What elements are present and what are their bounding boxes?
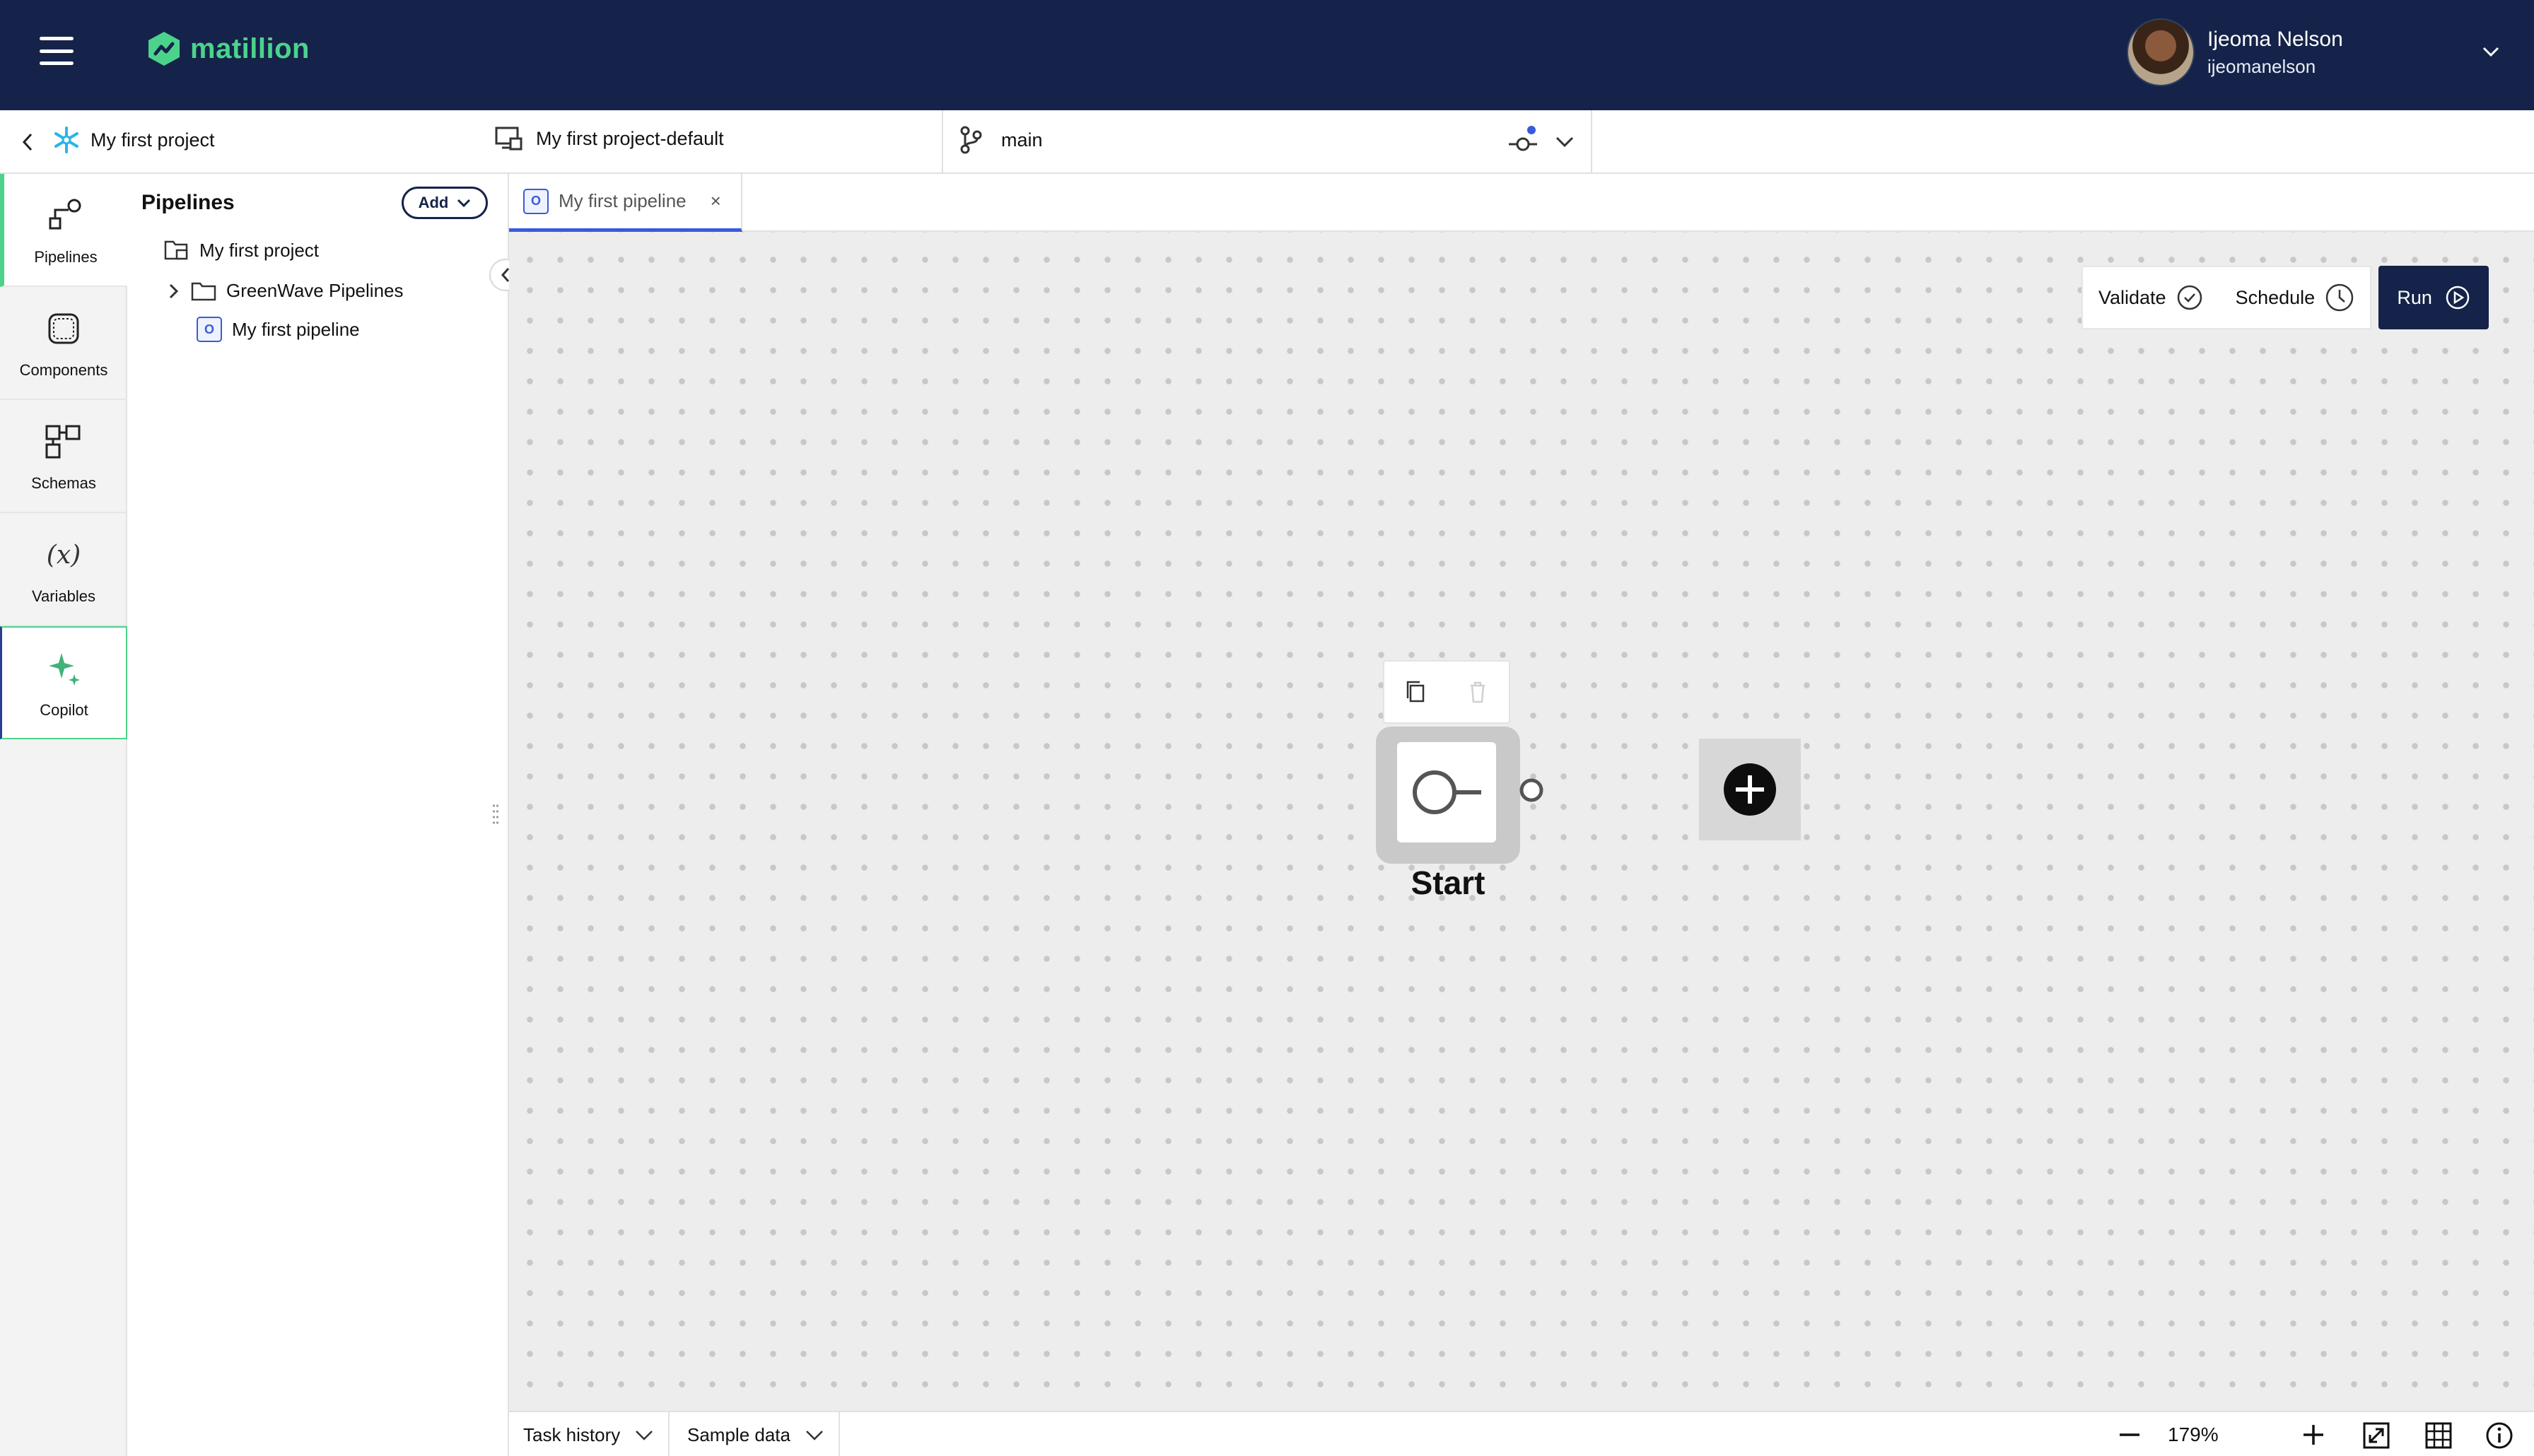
git-commit-icon[interactable] <box>1506 123 1541 158</box>
matillion-logo-icon <box>148 32 180 66</box>
add-component-button[interactable] <box>1699 739 1801 840</box>
avatar <box>2127 18 2195 86</box>
validate-button[interactable]: Validate <box>2098 284 2203 311</box>
top-header: matillion Ijeoma Nelson ijeomanelson <box>0 0 2534 110</box>
tree-item-label: GreenWave Pipelines <box>226 280 404 301</box>
run-button[interactable]: Run <box>2378 266 2489 329</box>
canvas-actions: Validate Schedule Run <box>2082 266 2489 329</box>
matillion-logo[interactable]: matillion <box>145 30 310 68</box>
tree-item-pipeline[interactable]: O My first pipeline <box>197 317 360 342</box>
project-selector[interactable]: My first project <box>52 126 215 154</box>
project-name: My first project <box>90 129 215 151</box>
rail-item-copilot[interactable]: Copilot <box>0 626 127 739</box>
sample-data-label: Sample data <box>687 1423 790 1445</box>
add-button[interactable]: Add <box>402 187 488 219</box>
chevron-down-icon <box>636 1431 653 1440</box>
panel-title: Pipelines <box>141 191 235 214</box>
check-circle-icon <box>2177 285 2202 310</box>
user-handle: ijeomanelson <box>2207 55 2316 77</box>
chevron-down-icon <box>457 199 471 208</box>
divider <box>942 110 943 174</box>
tree-item-label: My first pipeline <box>232 318 360 340</box>
user-name: Ijeoma Nelson <box>2207 27 2343 51</box>
left-nav-rail: Pipelines Components Schemas (x) Variabl… <box>0 174 127 1456</box>
rail-item-components[interactable]: Components <box>0 287 127 400</box>
zoom-in-icon[interactable] <box>2299 1421 2328 1449</box>
task-history-label: Task history <box>523 1423 621 1445</box>
environment-selector[interactable]: My first project-default <box>495 126 724 151</box>
pipeline-tab-bar: O My first pipeline × <box>509 174 2534 232</box>
zoom-out-icon[interactable] <box>2115 1421 2144 1449</box>
pipelines-panel: Pipelines Add My first project GreenWave… <box>129 174 522 1456</box>
environment-icon <box>495 127 522 151</box>
info-icon[interactable] <box>2485 1421 2514 1450</box>
brand-name: matillion <box>190 33 310 64</box>
tab-label: My first pipeline <box>559 190 687 211</box>
trash-icon[interactable] <box>1464 679 1491 705</box>
rail-item-variables[interactable]: (x) Variables <box>0 513 127 626</box>
output-port-icon[interactable] <box>1517 776 1546 804</box>
orchestration-pipeline-icon: O <box>197 317 222 342</box>
chevron-down-icon[interactable] <box>2480 41 2501 62</box>
clock-icon <box>2325 283 2354 312</box>
sample-data-toggle[interactable]: Sample data <box>673 1412 840 1456</box>
run-label: Run <box>2397 286 2432 308</box>
sparkle-icon <box>48 653 80 686</box>
rail-label: Pipelines <box>34 248 98 266</box>
rail-item-schemas[interactable]: Schemas <box>0 400 127 513</box>
resize-handle-icon[interactable] <box>492 803 499 828</box>
plus-circle-icon <box>1724 763 1776 816</box>
chevron-down-icon[interactable] <box>1554 133 1575 151</box>
pipelines-icon <box>49 199 81 230</box>
task-history-toggle[interactable]: Task history <box>509 1412 670 1456</box>
start-node-label: Start <box>1411 864 1485 901</box>
branch-selector[interactable]: main <box>959 126 1043 154</box>
rail-label: Components <box>19 361 108 379</box>
grid-toggle-icon[interactable] <box>2424 1421 2453 1450</box>
environment-name: My first project-default <box>536 127 724 149</box>
context-bar: My first project My first project-defaul… <box>0 110 2534 174</box>
rail-label: Schemas <box>31 474 96 492</box>
schemas-icon <box>45 425 81 459</box>
chevron-right-icon[interactable] <box>167 282 181 300</box>
components-icon <box>48 313 79 344</box>
close-icon[interactable]: × <box>711 190 721 212</box>
chevron-down-icon <box>806 1431 823 1440</box>
tree-item-label: My first project <box>199 239 320 261</box>
rail-label: Variables <box>31 587 96 605</box>
branch-name: main <box>1001 129 1043 151</box>
canvas-bottom-bar: Task history Sample data 179% <box>509 1411 2534 1456</box>
project-folder-icon <box>164 240 188 260</box>
schedule-button[interactable]: Schedule <box>2236 283 2355 312</box>
canvas-action-group: Validate Schedule <box>2082 266 2372 329</box>
pipeline-canvas[interactable]: Validate Schedule Run Start <box>509 232 2534 1411</box>
validate-label: Validate <box>2098 286 2166 308</box>
git-branch-icon <box>960 126 982 154</box>
tab-my-first-pipeline[interactable]: O My first pipeline × <box>509 174 742 232</box>
rail-label: Copilot <box>40 701 88 719</box>
variables-icon: (x) <box>46 540 81 570</box>
zoom-level: 179% <box>2168 1423 2219 1445</box>
schedule-label: Schedule <box>2235 286 2316 308</box>
start-node[interactable] <box>1397 742 1496 843</box>
start-component-icon <box>1413 770 1481 814</box>
fit-to-screen-icon[interactable] <box>2361 1421 2391 1450</box>
orchestration-pipeline-icon: O <box>523 188 549 214</box>
hamburger-menu-icon[interactable] <box>40 37 74 65</box>
play-circle-icon <box>2446 286 2470 310</box>
tree-item-folder[interactable]: GreenWave Pipelines <box>167 280 404 302</box>
folder-icon <box>191 282 216 300</box>
snowflake-icon <box>54 127 78 153</box>
user-menu[interactable]: Ijeoma Nelson ijeomanelson <box>2127 18 2343 86</box>
back-arrow-icon[interactable] <box>18 131 37 153</box>
add-button-label: Add <box>418 194 449 211</box>
tree-item-project[interactable]: My first project <box>164 239 319 262</box>
copy-icon[interactable] <box>1402 679 1429 705</box>
divider <box>1591 110 1592 174</box>
node-toolbar <box>1383 660 1510 724</box>
rail-item-pipelines[interactable]: Pipelines <box>0 174 127 287</box>
